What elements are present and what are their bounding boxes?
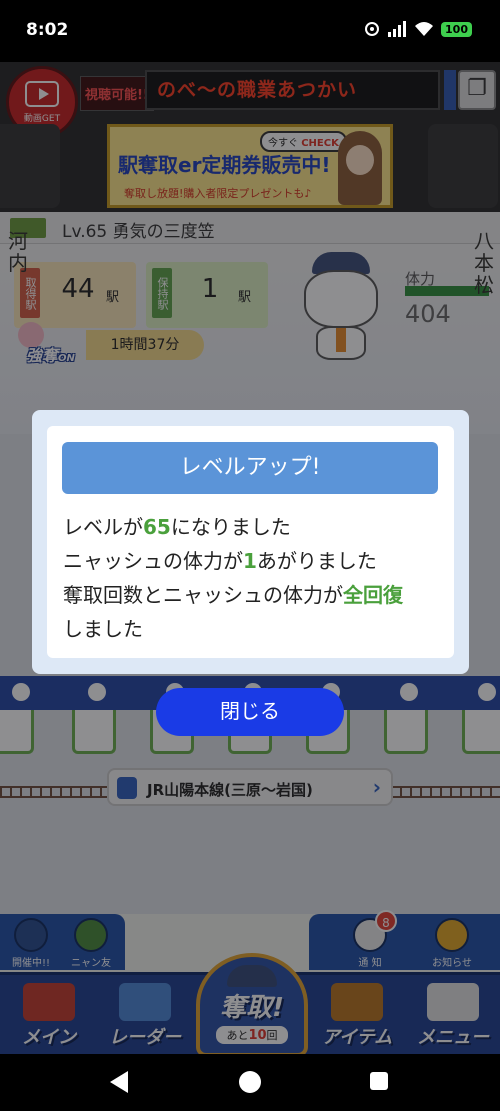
hp-text-post: あがりました [256,549,377,573]
dialog-title: レベルアップ! [62,442,438,494]
status-bar: 8:02 100 [0,0,500,62]
battery-indicator: 100 [441,21,472,37]
recent-apps-icon[interactable] [370,1072,388,1090]
hp-increase-value: 1 [243,549,257,573]
new-level-value: 65 [143,515,171,539]
level-text-post: になりました [170,515,291,539]
level-up-dialog: レベルアップ! レベルが65になりました ニャッシュの体力が1あがりました 奪取… [32,410,469,674]
full-recover-label: 全回復 [343,583,403,607]
recover-text-pre: 奪取回数とニャッシュの体力が [63,583,343,607]
wifi-icon [415,22,434,36]
message-line-hp: ニャッシュの体力が1あがりました [63,544,448,578]
message-line-level: レベルが65になりました [63,510,448,544]
status-time: 8:02 [26,20,69,40]
level-text-pre: レベルが [63,515,143,539]
location-icon [365,22,380,36]
hp-text-pre: ニャッシュの体力が [63,549,243,573]
home-icon[interactable] [239,1071,261,1093]
station-left-label: 河内 [8,229,28,275]
signal-icon [388,21,407,37]
status-icons: 100 [364,21,472,37]
dialog-panel: レベルアップ! レベルが65になりました ニャッシュの体力が1あがりました 奪取… [47,426,454,658]
station-right-label: 八本松 [474,229,494,297]
close-button[interactable]: 閉じる [156,688,344,736]
system-nav-bar [0,1054,500,1111]
message-line-recover: 奪取回数とニャッシュの体力が全回復 [63,578,448,612]
back-icon[interactable] [110,1071,128,1093]
dialog-message: レベルが65になりました ニャッシュの体力が1あがりました 奪取回数とニャッシュ… [63,510,448,646]
message-line-end: しました [63,617,143,641]
